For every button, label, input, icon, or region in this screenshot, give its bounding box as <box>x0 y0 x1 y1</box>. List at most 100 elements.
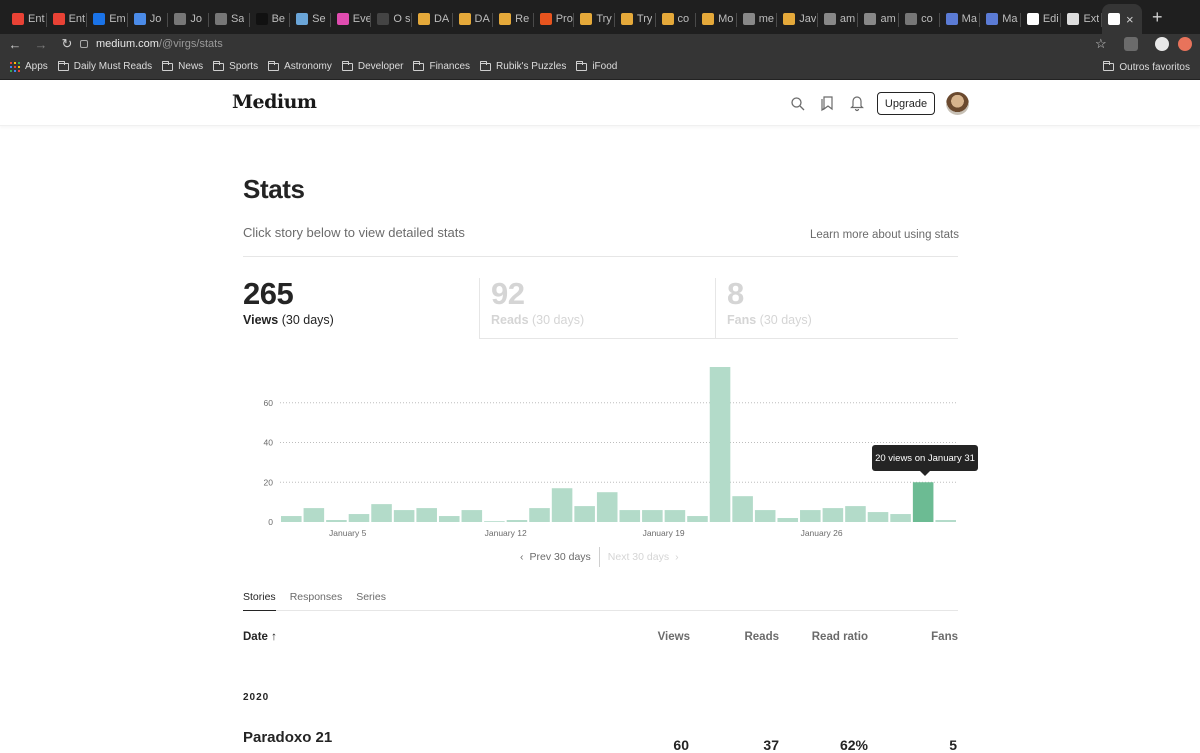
page-title: Stats <box>243 174 305 204</box>
chart-bar[interactable] <box>506 520 528 522</box>
tab-responses[interactable]: Responses <box>290 589 343 611</box>
browser-tab[interactable]: Ma <box>980 4 1021 34</box>
browser-tab[interactable]: Em <box>87 4 128 34</box>
chart-bar[interactable] <box>461 510 483 522</box>
browser-tab[interactable]: Jav <box>777 4 818 34</box>
bookmark-folder[interactable]: Sports <box>213 60 258 72</box>
chart-bar[interactable] <box>777 518 799 522</box>
chart-bar-highlighted[interactable] <box>912 482 934 522</box>
extension-badge-icon[interactable] <box>1178 37 1192 51</box>
profile-icon[interactable] <box>1155 37 1169 51</box>
chart-bar[interactable] <box>800 510 821 522</box>
chart-bar[interactable] <box>348 514 370 522</box>
other-bookmarks-folder[interactable]: Outros favoritos <box>1103 54 1190 80</box>
chart-bar[interactable] <box>867 512 889 522</box>
close-tab-icon[interactable]: × <box>1126 12 1134 27</box>
browser-tab[interactable]: O s <box>371 4 412 34</box>
chart-bar[interactable] <box>303 508 325 522</box>
date-column-sort[interactable]: Date ↑ <box>243 631 277 643</box>
browser-tab[interactable]: Edi <box>1021 4 1062 34</box>
box-icon <box>783 13 796 25</box>
views-metric-tab[interactable]: 265 Views (30 days) <box>243 278 479 339</box>
medium-logo[interactable]: Medium <box>232 91 317 113</box>
browser-tab[interactable]: Mo <box>696 4 737 34</box>
chart-bar[interactable] <box>732 496 753 522</box>
bookmark-folder[interactable]: Daily Must Reads <box>57 60 152 72</box>
notifications-bell-icon[interactable] <box>849 94 865 112</box>
forward-button[interactable]: → <box>30 34 52 54</box>
browser-tab[interactable]: co <box>899 4 940 34</box>
folder-icon <box>480 60 492 71</box>
bookmark-folder[interactable]: Rubik's Puzzles <box>480 60 566 72</box>
new-tab-button[interactable]: + <box>1142 4 1173 34</box>
browser-tab[interactable]: me <box>737 4 778 34</box>
browser-tab[interactable]: Eve <box>331 4 371 34</box>
chart-bar[interactable] <box>371 504 392 522</box>
avatar[interactable] <box>946 92 969 115</box>
browser-tab[interactable]: Se <box>290 4 331 34</box>
tab-series[interactable]: Series <box>356 589 386 611</box>
chart-bar[interactable] <box>416 508 437 522</box>
chart-bar[interactable] <box>664 510 686 522</box>
bookmark-folder[interactable]: Finances <box>413 60 470 72</box>
browser-tab[interactable]: Jo <box>168 4 209 34</box>
bookmark-folder[interactable]: iFood <box>576 60 617 72</box>
extension-pen-icon[interactable] <box>1124 37 1138 51</box>
chart-bar[interactable] <box>484 521 505 522</box>
browser-tab[interactable]: DA <box>412 4 453 34</box>
browser-tab[interactable]: Ma <box>940 4 981 34</box>
chart-bar[interactable] <box>574 506 595 522</box>
fans-metric-tab[interactable]: 8 Fans (30 days) <box>715 278 958 339</box>
bookmark-folder[interactable]: Astronomy <box>268 60 332 72</box>
browser-tab[interactable]: Be <box>250 4 291 34</box>
browser-tab[interactable]: Sa <box>209 4 250 34</box>
chart-bar[interactable] <box>642 510 663 522</box>
browser-tab[interactable]: Try <box>574 4 615 34</box>
next-30-days-button[interactable]: Next 30 days › <box>600 547 679 567</box>
chart-bar[interactable] <box>438 516 460 522</box>
bookmarks-icon[interactable] <box>820 94 836 112</box>
bookmark-apps[interactable]: Apps <box>10 61 48 72</box>
browser-tab[interactable]: am <box>858 4 899 34</box>
chart-bar[interactable] <box>754 510 776 522</box>
learn-more-link[interactable]: Learn more about using stats <box>810 229 959 241</box>
chart-bar[interactable] <box>822 508 844 522</box>
bookmark-label: Astronomy <box>284 61 332 72</box>
chart-bar[interactable] <box>551 488 573 522</box>
back-button[interactable]: ← <box>4 34 26 54</box>
bookmark-folder[interactable]: Developer <box>341 60 403 72</box>
address-bar[interactable]: medium.com/@virgs/stats <box>80 34 1116 54</box>
upgrade-button[interactable]: Upgrade <box>877 92 935 115</box>
bookmark-folder[interactable]: News <box>162 60 203 72</box>
browser-tab[interactable]: co <box>656 4 697 34</box>
chart-bar[interactable] <box>596 492 618 522</box>
browser-tab[interactable]: DA <box>453 4 494 34</box>
chart-bar[interactable] <box>709 367 731 522</box>
browser-tab[interactable]: Ext <box>1061 4 1102 34</box>
browser-tab-active[interactable]: × <box>1102 4 1143 34</box>
chart-bar[interactable] <box>890 514 911 522</box>
reads-metric-tab[interactable]: 92 Reads (30 days) <box>479 278 715 339</box>
prev-30-days-button[interactable]: ‹ Prev 30 days <box>520 547 600 567</box>
tab-stories[interactable]: Stories <box>243 589 276 611</box>
chart-bar[interactable] <box>935 520 956 522</box>
chart-bar[interactable] <box>326 520 347 522</box>
chart-bar[interactable] <box>687 516 708 522</box>
chart-bar[interactable] <box>845 506 866 522</box>
chart-bar[interactable] <box>529 508 550 522</box>
browser-tab[interactable]: Re <box>493 4 534 34</box>
chart-bar[interactable] <box>619 510 641 522</box>
browser-tab[interactable]: Ent <box>6 4 47 34</box>
story-title-link[interactable]: Paradoxo 21 <box>243 729 332 746</box>
reload-button[interactable]: ↻ <box>56 34 78 54</box>
chart-bar[interactable] <box>281 516 302 522</box>
browser-tab[interactable]: Pro <box>534 4 575 34</box>
search-icon[interactable] <box>790 95 806 113</box>
gmail-icon <box>12 13 24 25</box>
bookmark-star-icon[interactable]: ☆ <box>1095 36 1107 52</box>
browser-tab[interactable]: Try <box>615 4 656 34</box>
browser-tab[interactable]: Jo <box>128 4 169 34</box>
chart-bar[interactable] <box>393 510 415 522</box>
browser-tab[interactable]: am <box>818 4 859 34</box>
browser-tab[interactable]: Ent <box>47 4 88 34</box>
